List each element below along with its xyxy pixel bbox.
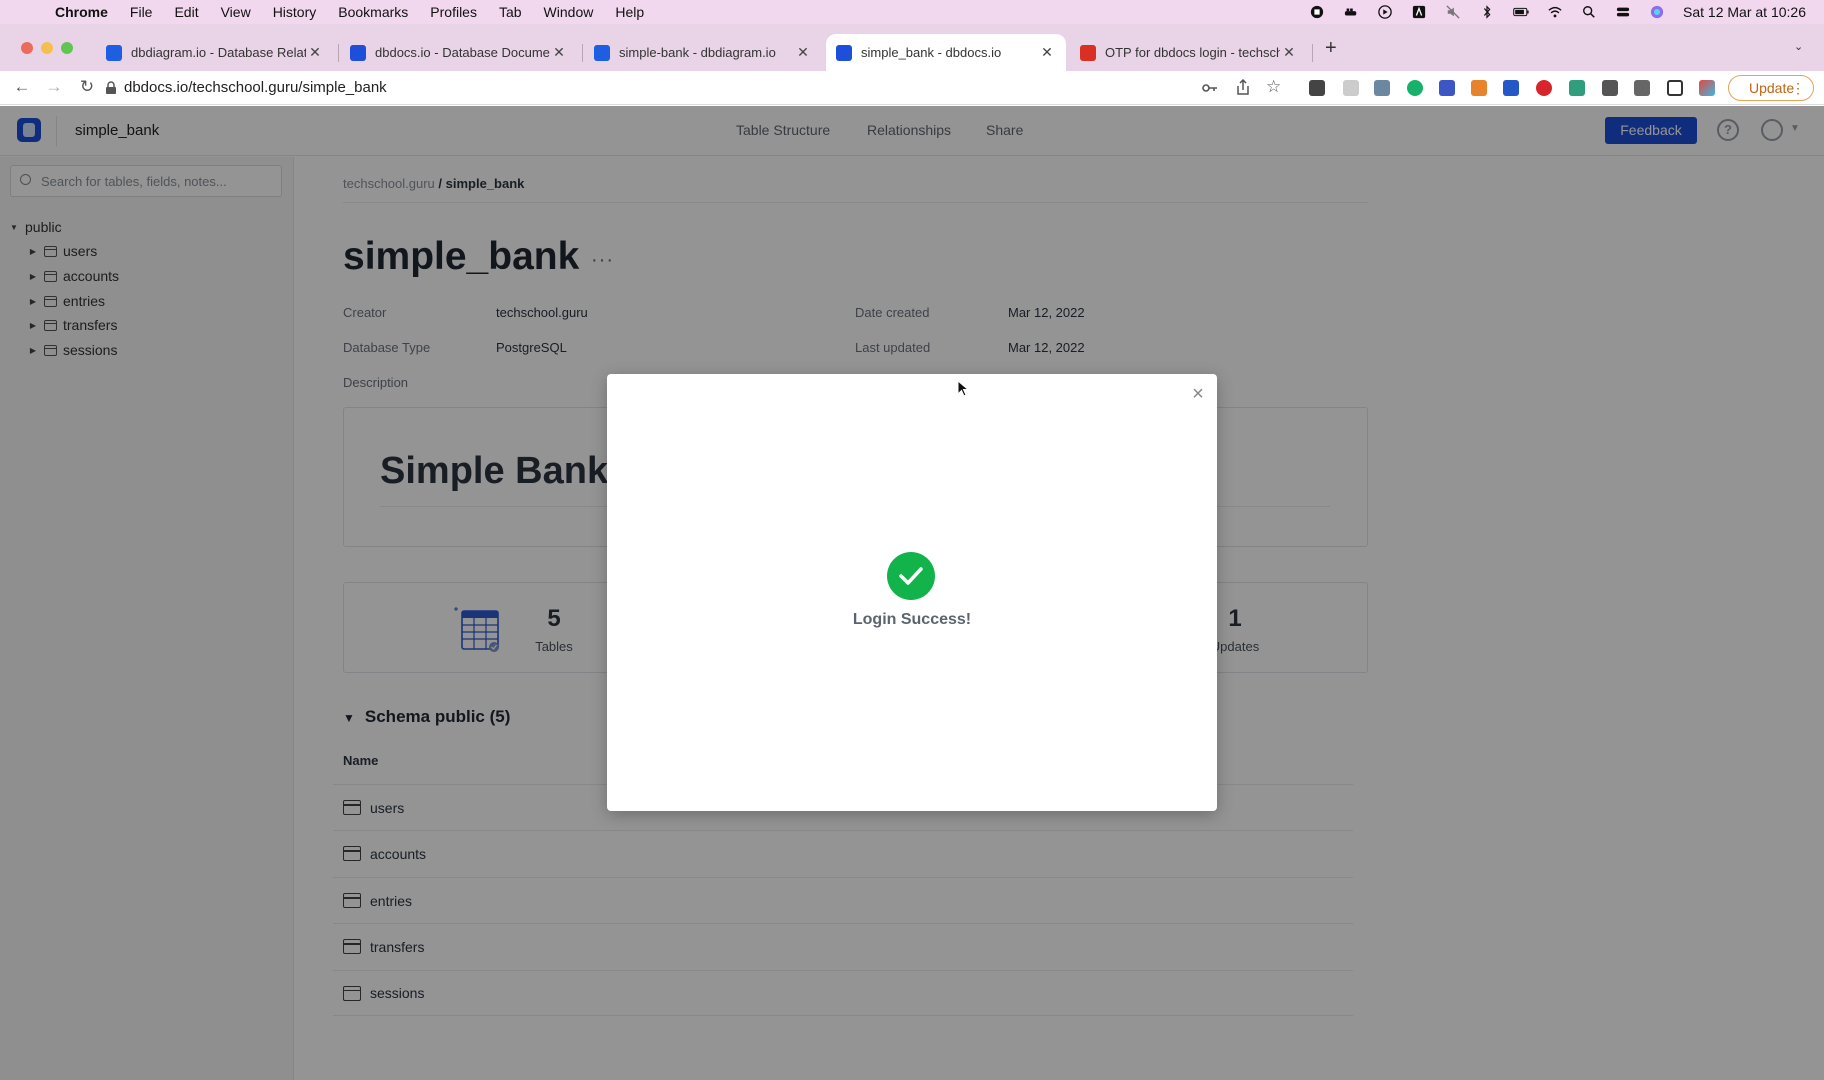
tab-separator bbox=[1312, 44, 1313, 62]
tab-dbdocs-home[interactable]: dbdocs.io - Database Docume ✕ bbox=[340, 34, 578, 71]
tab-close-icon[interactable]: ✕ bbox=[1038, 44, 1056, 61]
dbdocs-favicon-icon bbox=[350, 44, 366, 61]
browser-tab-strip: dbdiagram.io - Database Relati ✕ dbdocs.… bbox=[0, 24, 1824, 71]
extension-layers-icon[interactable] bbox=[1439, 80, 1455, 96]
menu-profiles[interactable]: Profiles bbox=[430, 4, 477, 20]
docker-icon[interactable] bbox=[1343, 5, 1359, 19]
battery-icon[interactable] bbox=[1513, 5, 1529, 19]
dbdiagram-favicon-icon bbox=[106, 44, 122, 61]
macos-menubar: Chrome File Edit View History Bookmarks … bbox=[0, 0, 1824, 24]
browser-toolbar: ← → ↻ dbdocs.io/techschool.guru/simple_b… bbox=[0, 71, 1824, 105]
tab-close-icon[interactable]: ✕ bbox=[550, 44, 568, 61]
tab-close-icon[interactable]: ✕ bbox=[1280, 44, 1298, 61]
tab-dbdiagram[interactable]: dbdiagram.io - Database Relati ✕ bbox=[96, 34, 334, 71]
success-message: Login Success! bbox=[852, 611, 972, 628]
window-close-button[interactable] bbox=[21, 42, 33, 54]
tab-simple-bank-dbdiagram[interactable]: simple-bank - dbdiagram.io ✕ bbox=[584, 34, 822, 71]
update-label: Update bbox=[1749, 80, 1795, 96]
extension-dots-icon[interactable] bbox=[1309, 80, 1325, 96]
mouse-cursor-icon bbox=[957, 380, 969, 397]
tab-separator bbox=[338, 44, 339, 62]
checkmark-success-icon bbox=[887, 552, 935, 600]
bitwarden-shield-icon[interactable] bbox=[1503, 80, 1519, 96]
extensions-puzzle-icon[interactable] bbox=[1602, 80, 1618, 96]
menu-view[interactable]: View bbox=[221, 4, 251, 20]
tab-title: dbdiagram.io - Database Relati bbox=[131, 45, 306, 60]
wifi-icon[interactable] bbox=[1547, 5, 1563, 19]
bookmark-star-icon[interactable]: ☆ bbox=[1266, 77, 1281, 97]
back-arrow-icon[interactable]: ← bbox=[11, 77, 33, 97]
tab-title: simple-bank - dbdiagram.io bbox=[619, 45, 776, 60]
lock-icon[interactable] bbox=[105, 81, 117, 95]
address-bar[interactable]: dbdocs.io/techschool.guru/simple_bank bbox=[124, 79, 387, 96]
new-tab-plus-icon[interactable]: + bbox=[1325, 37, 1337, 60]
chrome-update-button[interactable]: Update ⋮ bbox=[1728, 75, 1814, 101]
tab-title: OTP for dbdocs login - techsch bbox=[1105, 45, 1280, 60]
gmail-favicon-icon bbox=[1080, 44, 1096, 61]
extension-n-icon[interactable] bbox=[1569, 80, 1585, 96]
extension-colorful-icon[interactable] bbox=[1699, 80, 1715, 96]
adblock-icon[interactable] bbox=[1536, 80, 1552, 96]
dbdiagram-favicon-icon bbox=[594, 44, 610, 61]
tab-close-icon[interactable]: ✕ bbox=[306, 44, 324, 61]
mute-icon[interactable] bbox=[1445, 5, 1461, 19]
menubar-clock[interactable]: Sat 12 Mar at 10:26 bbox=[1683, 4, 1806, 20]
menu-edit[interactable]: Edit bbox=[174, 4, 198, 20]
menu-window[interactable]: Window bbox=[544, 4, 594, 20]
bluetooth-icon[interactable] bbox=[1479, 5, 1495, 19]
tab-search-chevron-down-icon[interactable]: ⌄ bbox=[1794, 40, 1803, 53]
window-minimize-button[interactable] bbox=[41, 42, 53, 54]
tab-separator bbox=[582, 44, 583, 62]
grammarly-icon[interactable] bbox=[1407, 80, 1423, 96]
record-icon[interactable] bbox=[1309, 5, 1325, 19]
menu-bookmarks[interactable]: Bookmarks bbox=[338, 4, 408, 20]
control-center-icon[interactable] bbox=[1615, 5, 1631, 19]
share-icon[interactable] bbox=[1236, 79, 1250, 96]
extension-satellite-icon[interactable] bbox=[1374, 80, 1390, 96]
menu-tab[interactable]: Tab bbox=[499, 4, 522, 20]
key-icon[interactable] bbox=[1202, 81, 1218, 95]
metamask-fox-icon[interactable] bbox=[1471, 80, 1487, 96]
tab-title: dbdocs.io - Database Docume bbox=[375, 45, 550, 60]
menu-history[interactable]: History bbox=[273, 4, 317, 20]
window-zoom-button[interactable] bbox=[61, 42, 73, 54]
text-input-icon[interactable] bbox=[1411, 5, 1427, 19]
play-icon[interactable] bbox=[1377, 5, 1393, 19]
siri-icon[interactable] bbox=[1649, 5, 1665, 19]
side-panel-icon[interactable] bbox=[1667, 80, 1683, 96]
reload-icon[interactable]: ↻ bbox=[76, 77, 98, 97]
spotlight-search-icon[interactable] bbox=[1581, 5, 1597, 19]
menu-app-name[interactable]: Chrome bbox=[55, 4, 108, 20]
extension-screen-icon[interactable] bbox=[1343, 80, 1359, 96]
menu-help[interactable]: Help bbox=[615, 4, 644, 20]
tab-simple-bank-dbdocs[interactable]: simple_bank - dbdocs.io ✕ bbox=[826, 34, 1066, 71]
login-success-modal: × Login Success! bbox=[607, 374, 1217, 811]
menu-file[interactable]: File bbox=[130, 4, 153, 20]
tab-close-icon[interactable]: ✕ bbox=[794, 44, 812, 61]
forward-arrow-icon[interactable]: → bbox=[43, 77, 65, 97]
dbdocs-favicon-icon bbox=[836, 44, 852, 61]
reading-list-icon[interactable] bbox=[1634, 80, 1650, 96]
close-icon[interactable]: × bbox=[1188, 383, 1208, 406]
tab-otp-gmail[interactable]: OTP for dbdocs login - techsch ✕ bbox=[1070, 34, 1308, 71]
kebab-menu-icon: ⋮ bbox=[1791, 80, 1805, 96]
tab-title: simple_bank - dbdocs.io bbox=[861, 45, 1002, 60]
